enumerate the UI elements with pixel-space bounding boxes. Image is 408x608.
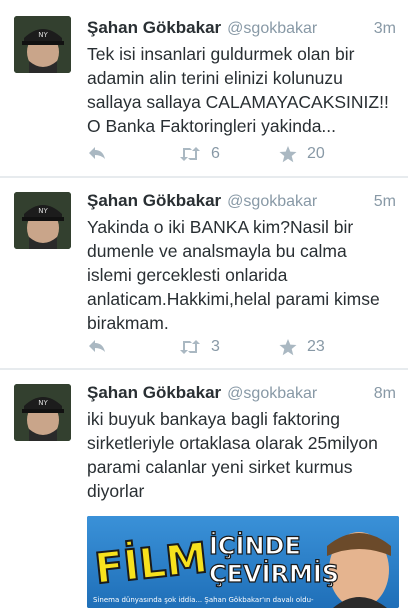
avatar[interactable]: NY bbox=[14, 16, 71, 73]
avatar-image: NY bbox=[14, 384, 71, 441]
timestamp[interactable]: 3m bbox=[374, 20, 396, 38]
tweet-text-line: O Banka Faktoringleri yakinda... bbox=[87, 116, 337, 136]
retweet-icon bbox=[180, 147, 200, 161]
author-name[interactable]: Şahan Gökbakar @sgokbakar bbox=[87, 18, 317, 38]
author-handle: @sgokbakar bbox=[227, 193, 318, 210]
star-icon bbox=[279, 145, 297, 162]
timestamp[interactable]: 5m bbox=[374, 193, 396, 211]
svg-text:NY: NY bbox=[38, 31, 48, 39]
retweet-count: 3 bbox=[211, 338, 220, 355]
author-name[interactable]: Şahan Gökbakar @sgokbakar bbox=[87, 383, 317, 403]
headline-icinde: İÇİNDE bbox=[209, 531, 301, 560]
tweet-text-line: Yakinda o iki BANKA kim?Nasil bir bbox=[87, 217, 354, 237]
media-graphic: FİLM İÇİNDE ÇEVİRMİŞ Sinema dünyasında ş… bbox=[87, 516, 399, 608]
tweet-actions: 3 23 bbox=[87, 338, 387, 360]
retweet-button[interactable]: 6 bbox=[179, 145, 220, 163]
tweet-text-line: parami calanlar yeni sirket kurmus bbox=[87, 457, 353, 477]
tweet-actions: 6 20 bbox=[87, 145, 387, 167]
tweet[interactable]: NY Şahan Gökbakar @sgokbakar 5m Yakinda o… bbox=[0, 178, 408, 369]
favorite-button[interactable]: 20 bbox=[279, 145, 325, 163]
headline-cevirmis: ÇEVİRMİŞ bbox=[209, 559, 339, 588]
tweet-text-line: Tek isi insanlari guldurmek olan bir bbox=[87, 44, 355, 64]
retweet-icon bbox=[180, 340, 200, 354]
tweet-text-line: birakmam. bbox=[87, 313, 169, 333]
tweet-text-line: sirketleriyle ortaklasa olarak 25milyon bbox=[87, 433, 378, 453]
tweet-text-line: iki buyuk bankaya bagli faktoring bbox=[87, 409, 340, 429]
author-handle: @sgokbakar bbox=[227, 20, 318, 37]
avatar[interactable]: NY bbox=[14, 192, 71, 249]
avatar-image: NY bbox=[14, 16, 71, 73]
retweet-count: 6 bbox=[211, 145, 220, 162]
reply-button[interactable] bbox=[87, 338, 107, 354]
reply-icon bbox=[89, 340, 105, 352]
favorite-count: 20 bbox=[307, 145, 325, 162]
tweet-text-line: dumenle ve analsmayla bu calma bbox=[87, 241, 347, 261]
svg-text:NY: NY bbox=[38, 399, 48, 407]
author-name[interactable]: Şahan Gökbakar @sgokbakar bbox=[87, 191, 317, 211]
avatar-image: NY bbox=[14, 192, 71, 249]
tweet-text: iki buyuk bankaya bagli faktoring sirket… bbox=[87, 407, 393, 503]
favorite-button[interactable]: 23 bbox=[279, 338, 325, 356]
tweet-text-line: diyorlar bbox=[87, 481, 145, 501]
tweet-text: Tek isi insanlari guldurmek olan bir ada… bbox=[87, 42, 393, 138]
author-handle: @sgokbakar bbox=[227, 385, 318, 402]
svg-text:NY: NY bbox=[38, 207, 48, 215]
reply-icon bbox=[89, 147, 105, 159]
media-caption: Sinema dünyasında şok iddia... Şahan Gök… bbox=[93, 596, 314, 604]
tweet[interactable]: NY Şahan Gökbakar @sgokbakar 3m Tek isi i… bbox=[0, 0, 408, 177]
timeline: NY Şahan Gökbakar @sgokbakar 3m Tek isi i… bbox=[0, 0, 408, 608]
tweet-text-line: islemi gerceklesti onlarida bbox=[87, 265, 288, 285]
tweet-text-line: adamin alin terini elinizi kolunuzu bbox=[87, 68, 343, 88]
tweet-text-line: sallaya sallaya CALAMAYACAKSINIZ!! bbox=[87, 92, 389, 112]
retweet-button[interactable]: 3 bbox=[179, 338, 220, 356]
avatar[interactable]: NY bbox=[14, 384, 71, 441]
tweet[interactable]: NY Şahan Gökbakar @sgokbakar 8m iki buyuk… bbox=[0, 370, 408, 608]
tweet-text: Yakinda o iki BANKA kim?Nasil bir dumenl… bbox=[87, 215, 393, 335]
reply-button[interactable] bbox=[87, 145, 107, 161]
tweet-media-image[interactable]: FİLM İÇİNDE ÇEVİRMİŞ Sinema dünyasında ş… bbox=[87, 516, 399, 608]
tweet-text-line: anlaticam.Hakkimi,helal parami kimse bbox=[87, 289, 380, 309]
timestamp[interactable]: 8m bbox=[374, 385, 396, 403]
star-icon bbox=[279, 338, 297, 355]
favorite-count: 23 bbox=[307, 338, 325, 355]
